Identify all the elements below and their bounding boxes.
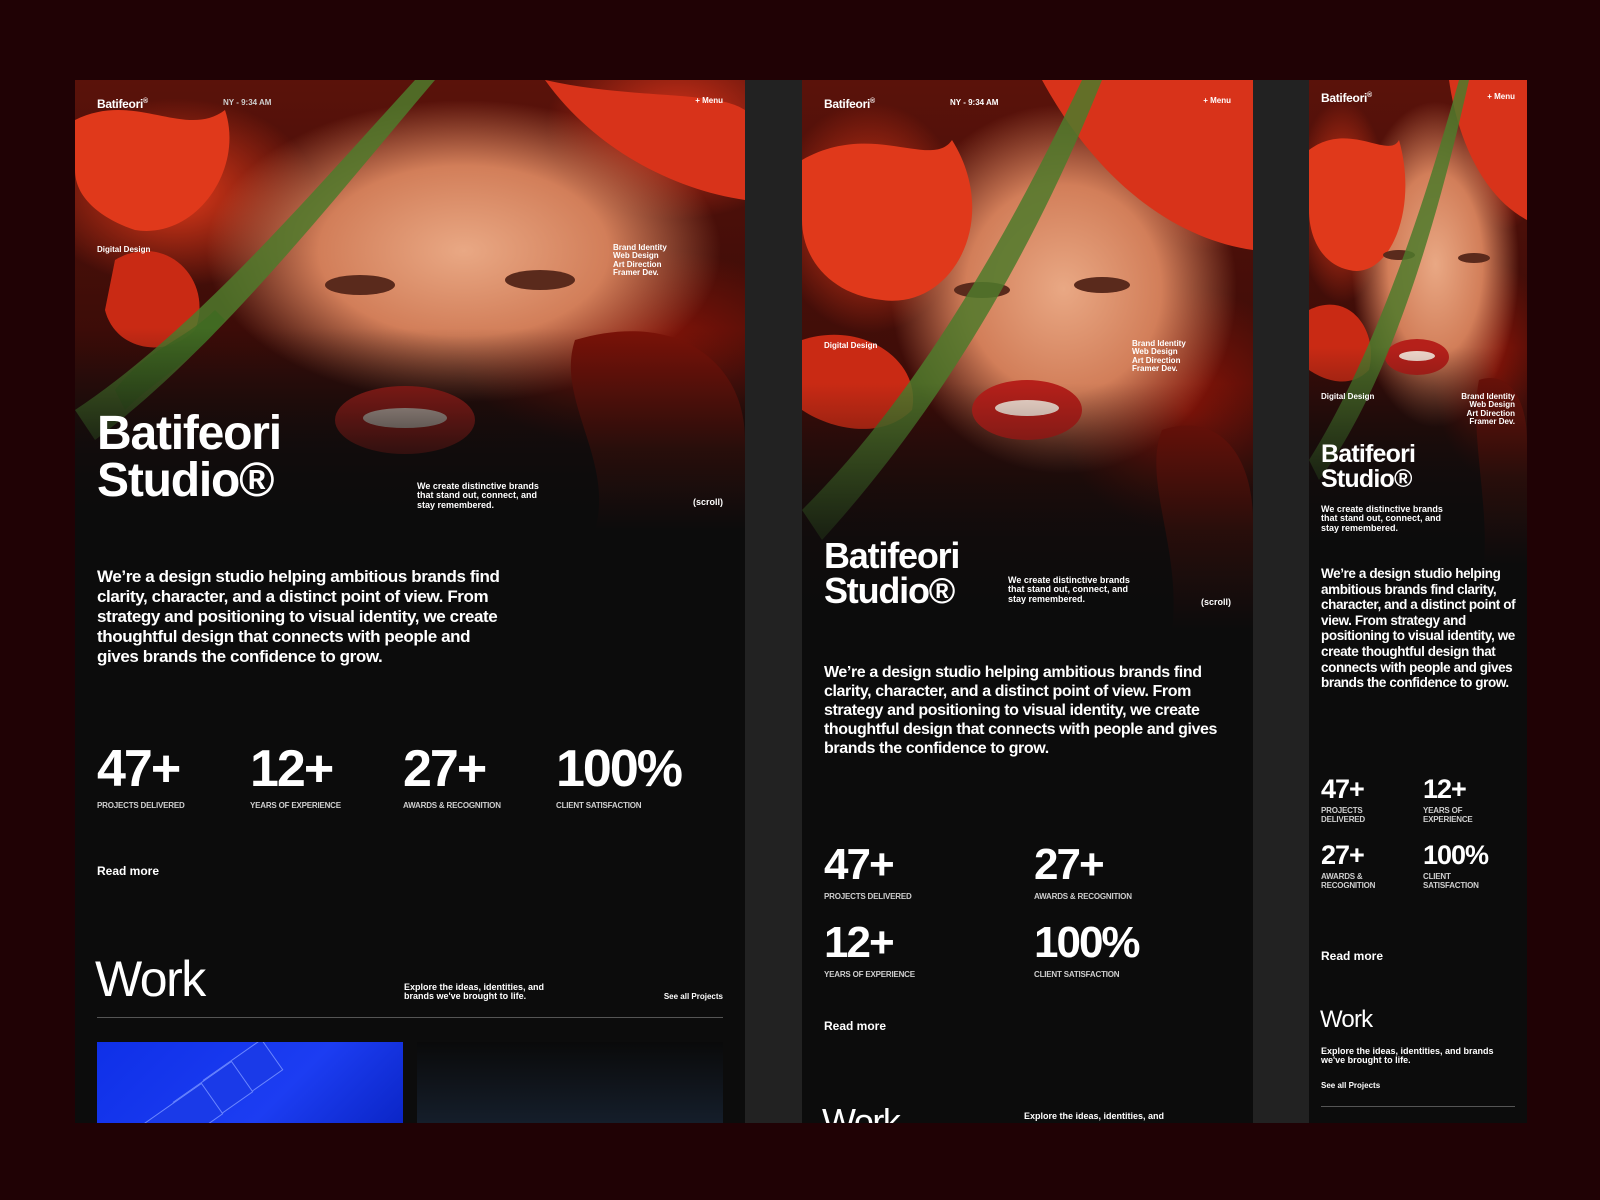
hero-section: Batifeori® NY - 9:34 AM + Menu Digital D… <box>802 80 1253 630</box>
scroll-indicator[interactable]: (scroll) <box>1201 597 1231 607</box>
desktop-screen: Batifeori® NY - 9:34 AM + Menu Digital D… <box>75 80 745 1123</box>
service-item: Framer Dev. <box>613 268 659 278</box>
hero-section: Batifeori® + Menu Digital Design Brand I… <box>1309 80 1527 565</box>
stat-satisfaction: 100% CLIENT SATISFACTION <box>1423 840 1489 891</box>
stat-projects: 47+ PROJECTS DELIVERED <box>824 840 912 902</box>
services-list: Brand Identity Web Design Art Direction … <box>1461 392 1515 427</box>
hero-title: Batifeori Studio® <box>97 407 282 508</box>
stat-years: 12+ YEARS OF EXPERIENCE <box>250 740 341 810</box>
work-description: Explore the ideas, identities, and brand… <box>1321 1046 1494 1066</box>
hero-tagline: We create distinctive brands that stand … <box>417 481 539 510</box>
stat-awards: 27+ AWARDS & RECOGNITION <box>1321 840 1376 891</box>
read-more-link[interactable]: Read more <box>1321 949 1383 963</box>
clock-text: NY - 9:34 AM <box>950 98 999 107</box>
project-card-2[interactable] <box>417 1042 723 1123</box>
read-more-link[interactable]: Read more <box>824 1019 886 1033</box>
hero-tagline: We create distinctive brands that stand … <box>1321 504 1443 533</box>
mobile-screen: Batifeori® + Menu Digital Design Brand I… <box>1309 80 1527 1123</box>
divider <box>97 1017 723 1018</box>
intro-paragraph: We’re a design studio helping ambitious … <box>97 567 500 666</box>
stat-years: 12+ YEARS OF EXPERIENCE <box>824 918 915 980</box>
category-label: Digital Design <box>824 341 878 350</box>
stat-satisfaction: 100% CLIENT SATISFACTION <box>1034 918 1141 980</box>
project-card-1[interactable] <box>97 1042 403 1123</box>
logo[interactable]: Batifeori® <box>97 97 148 111</box>
stat-years: 12+ YEARS OF EXPERIENCE <box>1423 774 1473 825</box>
services-list: Brand Identity Web Design Art Direction … <box>1132 339 1186 374</box>
stat-satisfaction: 100% CLIENT SATISFACTION <box>556 740 683 810</box>
category-label: Digital Design <box>1321 392 1375 401</box>
see-all-projects-link[interactable]: See all Projects <box>1321 1081 1380 1090</box>
menu-button[interactable]: + Menu <box>695 96 723 105</box>
work-description: Explore the ideas, identities, and <box>1024 1111 1165 1121</box>
stats-row: 47+ PROJECTS DELIVERED 12+ YEARS OF EXPE… <box>97 743 723 813</box>
menu-button[interactable]: + Menu <box>1487 92 1515 101</box>
scroll-indicator[interactable]: (scroll) <box>693 497 723 507</box>
service-item: Framer Dev. <box>1132 364 1178 374</box>
stat-projects: 47+ PROJECTS DELIVERED <box>1321 774 1365 825</box>
divider <box>1321 1106 1515 1107</box>
intro-paragraph: We’re a design studio helping ambitious … <box>824 664 1218 757</box>
work-description: Explore the ideas, identities, and brand… <box>404 982 545 1002</box>
service-item: Framer Dev. <box>1469 417 1515 427</box>
intro-paragraph: We’re a design studio helping ambitious … <box>1321 566 1516 691</box>
logo[interactable]: Batifeori® <box>1321 91 1372 105</box>
work-heading: Work <box>95 951 206 1007</box>
hero-title: Batifeori Studio® <box>824 535 960 612</box>
category-label: Digital Design <box>97 245 151 254</box>
see-all-projects-link[interactable]: See all Projects <box>664 992 723 1001</box>
stat-projects: 47+ PROJECTS DELIVERED <box>97 740 185 810</box>
mockup-frame: Batifeori® NY - 9:34 AM + Menu Digital D… <box>75 80 1527 1123</box>
tablet-screen: Batifeori® NY - 9:34 AM + Menu Digital D… <box>802 80 1253 1123</box>
clock-text: NY - 9:34 AM <box>223 98 272 107</box>
work-heading: Work <box>1320 1006 1373 1033</box>
logo[interactable]: Batifeori® <box>824 97 875 111</box>
stat-awards: 27+ AWARDS & RECOGNITION <box>1034 840 1132 902</box>
hero-section: Batifeori® NY - 9:34 AM + Menu Digital D… <box>75 80 745 530</box>
read-more-link[interactable]: Read more <box>97 864 159 878</box>
services-list: Brand Identity Web Design Art Direction … <box>613 243 667 278</box>
hero-title: Batifeori Studio® <box>1321 440 1416 493</box>
menu-button[interactable]: + Menu <box>1203 96 1231 105</box>
stat-awards: 27+ AWARDS & RECOGNITION <box>403 740 501 810</box>
work-heading: Work <box>822 1101 901 1124</box>
hero-tagline: We create distinctive brands that stand … <box>1008 575 1130 604</box>
